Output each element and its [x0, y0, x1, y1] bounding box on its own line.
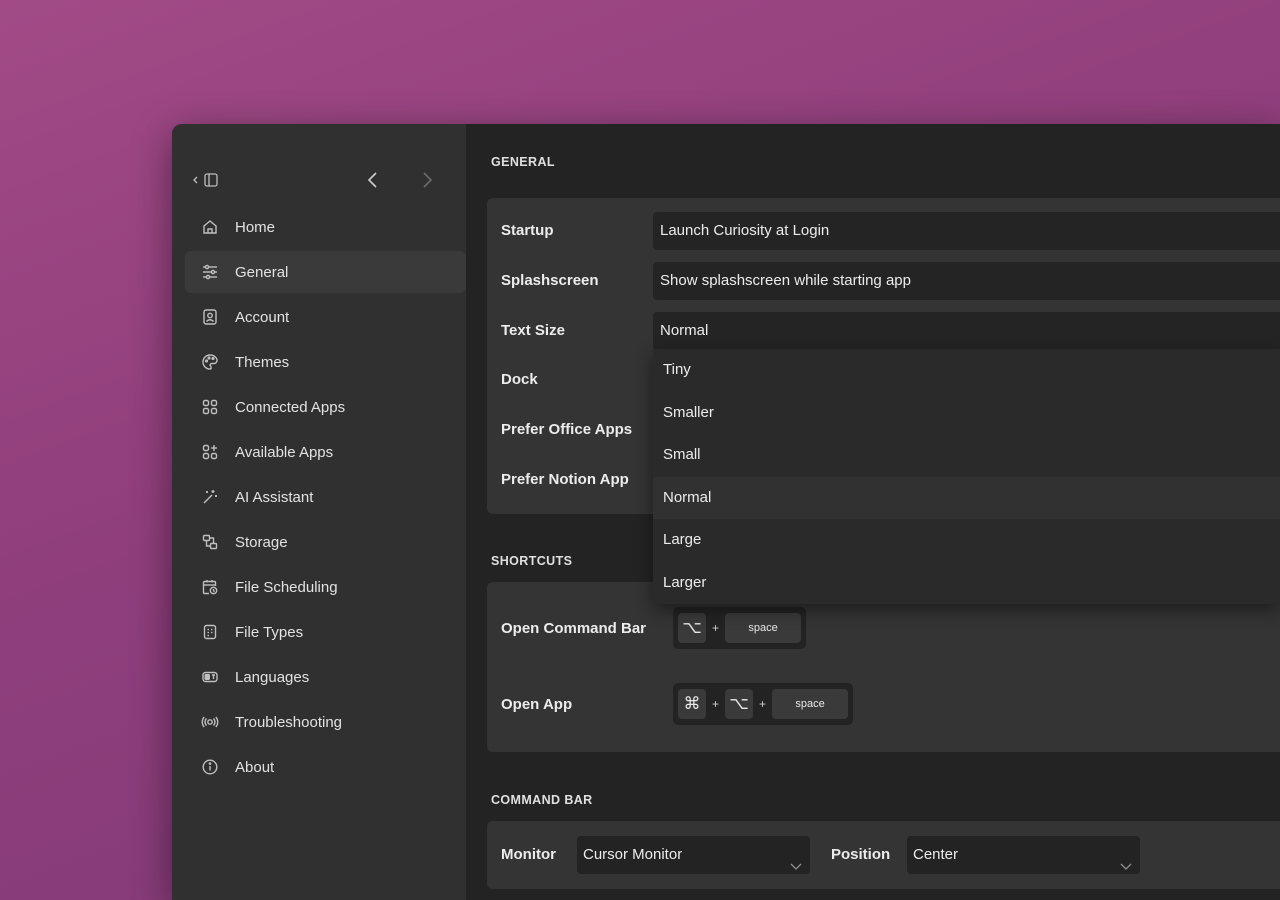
open-app-label: Open App [501, 696, 573, 713]
sidebar-item-label: Account [235, 308, 290, 326]
text-size-label: Text Size [501, 322, 565, 339]
settings-window: Home General Account Themes Connected Ap… [172, 124, 1280, 900]
sidebar-item-label: Connected Apps [235, 398, 346, 416]
sidebar-item-label: General [235, 263, 289, 281]
text-size-option-large[interactable]: Large [653, 519, 1280, 562]
sidebar-item-connected-apps[interactable]: Connected Apps [185, 386, 466, 428]
sidebar-item-label: File Types [235, 623, 304, 641]
account-icon [201, 308, 219, 326]
grid-icon [201, 398, 219, 416]
sidebar-toolbar [192, 168, 446, 192]
home-icon [201, 218, 219, 236]
text-size-dropdown: Tiny Smaller Small Normal Large Larger [653, 349, 1280, 604]
sidebar-item-label: AI Assistant [235, 488, 314, 506]
sidebar-item-label: Home [235, 218, 276, 236]
info-icon [201, 758, 219, 776]
space-key: space [725, 613, 802, 643]
sidebar-item-label: Available Apps [235, 443, 334, 461]
sidebar-item-ai-assistant[interactable]: AI Assistant [185, 476, 466, 518]
plus-separator: + [712, 697, 720, 711]
sidebar-item-storage[interactable]: Storage [185, 521, 466, 563]
chevron-right-icon[interactable] [416, 168, 438, 192]
monitor-select[interactable]: Cursor Monitor [577, 836, 810, 874]
sidebar-item-home[interactable]: Home [185, 206, 466, 248]
chevron-left-icon[interactable] [362, 168, 384, 192]
sidebar-item-label: About [235, 758, 275, 776]
dock-label: Dock [501, 371, 538, 388]
sidebar-item-general[interactable]: General [185, 251, 466, 293]
text-size-option-normal[interactable]: Normal [653, 476, 1280, 519]
sidebar-item-about[interactable]: About [185, 746, 466, 788]
open-command-bar-label: Open Command Bar [501, 620, 647, 637]
settings-content: GENERAL Startup Launch Curiosity at Logi… [466, 124, 1280, 900]
position-value: Center [913, 846, 959, 863]
text-size-option-small[interactable]: Small [653, 434, 1280, 477]
space-key: space [772, 689, 849, 719]
magic-wand-icon [201, 488, 219, 506]
startup-select[interactable]: Launch Curiosity at Login [653, 212, 1280, 250]
sidebar-item-label: Storage [235, 533, 288, 551]
sidebar-item-themes[interactable]: Themes [185, 341, 466, 383]
splashscreen-label: Splashscreen [501, 272, 599, 289]
plus-separator: + [712, 621, 720, 635]
option-key: ⌥ [678, 613, 706, 643]
position-select[interactable]: Center [907, 836, 1140, 874]
option-key: ⌥ [725, 689, 754, 719]
chevron-down-icon [790, 849, 802, 870]
open-command-bar-shortcut[interactable]: ⌥ + space [673, 607, 807, 649]
sidebar-nav: Home General Account Themes Connected Ap… [185, 206, 466, 791]
text-size-option-larger[interactable]: Larger [653, 562, 1280, 605]
sidebar: Home General Account Themes Connected Ap… [172, 124, 466, 900]
section-title-shortcuts: SHORTCUTS [491, 554, 573, 568]
sidebar-item-available-apps[interactable]: Available Apps [185, 431, 466, 473]
storage-icon [201, 533, 219, 551]
sidebar-item-label: File Scheduling [235, 578, 338, 596]
monitor-label: Monitor [501, 846, 556, 863]
prefer-notion-app-label: Prefer Notion App [501, 471, 629, 488]
monitor-value: Cursor Monitor [583, 846, 683, 863]
position-label: Position [831, 846, 891, 863]
palette-icon [201, 353, 219, 371]
text-size-option-tiny[interactable]: Tiny [653, 349, 1280, 392]
sidebar-item-file-scheduling[interactable]: File Scheduling [185, 566, 466, 608]
splashscreen-select[interactable]: Show splashscreen while starting app [653, 262, 1280, 300]
grid-plus-icon [201, 443, 219, 461]
startup-label: Startup [501, 222, 554, 239]
prefer-office-apps-label: Prefer Office Apps [501, 421, 633, 438]
chevron-down-icon [1120, 849, 1132, 870]
calendar-clock-icon [201, 578, 219, 596]
section-title-command-bar: COMMAND BAR [491, 793, 593, 807]
sidebar-item-troubleshooting[interactable]: Troubleshooting [185, 701, 466, 743]
sidebar-toggle-icon[interactable] [192, 170, 222, 190]
sidebar-item-label: Troubleshooting [235, 713, 343, 731]
sidebar-item-account[interactable]: Account [185, 296, 466, 338]
command-bar-panel: Monitor Cursor Monitor Position Center [487, 821, 1280, 889]
broadcast-icon [201, 713, 219, 731]
sidebar-item-languages[interactable]: Languages [185, 656, 466, 698]
sliders-icon [201, 263, 219, 281]
command-key: ⌘ [678, 689, 706, 719]
plus-separator: + [759, 697, 767, 711]
sidebar-item-label: Languages [235, 668, 310, 686]
sidebar-item-label: Themes [235, 353, 290, 371]
section-title-general: GENERAL [491, 155, 555, 169]
open-app-shortcut[interactable]: ⌘ + ⌥ + space [673, 683, 854, 725]
text-size-select[interactable]: Normal [653, 312, 1280, 350]
text-size-option-smaller[interactable]: Smaller [653, 392, 1280, 435]
shortcuts-panel: Open Command Bar ⌥ + space Open App ⌘ + … [487, 582, 1280, 752]
languages-icon [201, 668, 219, 686]
file-types-icon [201, 623, 219, 641]
sidebar-item-file-types[interactable]: File Types [185, 611, 466, 653]
